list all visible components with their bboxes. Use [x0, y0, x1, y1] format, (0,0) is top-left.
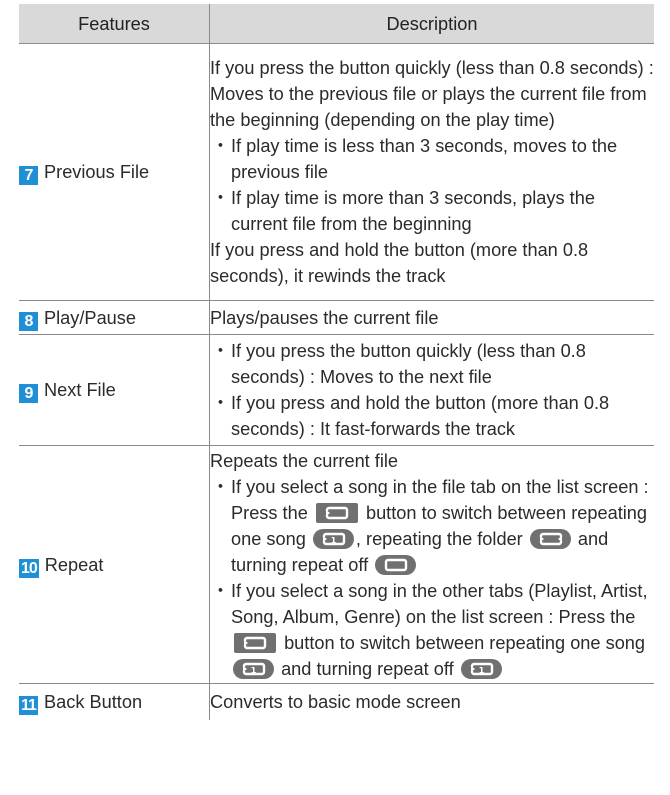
bullet-text: If play time is more than 3 seconds, pla… [231, 188, 595, 234]
feature-name: Previous File [44, 162, 150, 182]
table-row: 8 Play/Pause Plays/pauses the current fil… [19, 300, 654, 335]
description-text: Repeats the current file [210, 450, 399, 471]
bullet-item: ・If you select a song in the file tab on… [210, 474, 654, 578]
features-header: Features [19, 4, 210, 44]
repeat-off-icon [375, 554, 417, 575]
number-badge: 7 [19, 166, 38, 185]
description-cell: Repeats the current file ・If you select … [209, 445, 654, 684]
svg-text:1: 1 [478, 666, 484, 675]
description-cell: ・If you press the button quickly (less t… [209, 334, 654, 446]
description-cell: Plays/pauses the current file [209, 300, 654, 335]
feature-name: Next File [44, 380, 116, 400]
repeat-one-icon: 1 [233, 658, 274, 679]
table-row: 9 Next File ・If you press the button quic… [19, 334, 654, 446]
feature-cell: 8 Play/Pause [19, 300, 210, 335]
page-edge [19, 788, 654, 795]
table-row: 10 Repeat Repeats the current file ・If yo… [19, 445, 654, 684]
bullet-dot: ・ [211, 476, 230, 497]
bullet-text: If you press the button quickly (less th… [231, 341, 586, 387]
feature-name: Play/Pause [44, 307, 137, 328]
description-text: Converts to basic mode screen [210, 691, 461, 712]
bullet-text: , repeating the folder [355, 528, 523, 549]
number-badge: 9 [19, 384, 38, 403]
bullet-dot: ・ [211, 393, 230, 413]
bullet-text: and turning repeat off [281, 658, 454, 679]
bullet-dot: ・ [211, 580, 230, 601]
bullet-text: If you select a song in the other tabs (… [231, 580, 648, 627]
features-table: Features Description 7 Previous File If y… [19, 4, 654, 720]
repeat-one-icon: 1 [312, 528, 354, 549]
repeat-button-icon [315, 502, 358, 523]
table-row: 11 Back Button Converts to basic mode scr… [19, 683, 654, 720]
feature-name: Back Button [44, 691, 143, 712]
bullet-item: ・If you press and hold the button (more … [210, 390, 654, 442]
feature-cell: 10 Repeat [19, 445, 210, 684]
svg-text:1: 1 [331, 536, 337, 545]
description-header: Description [209, 4, 654, 44]
bullet-text: If you press and hold the button (more t… [231, 393, 610, 439]
feature-cell: 11 Back Button [19, 683, 210, 720]
bullet-text: button to switch between repeating one s… [284, 632, 646, 653]
svg-text:1: 1 [251, 666, 257, 675]
description-cell: If you press the button quickly (less th… [209, 43, 654, 301]
bullet-item: ・If play time is more than 3 seconds, pl… [210, 185, 654, 237]
feature-cell: 7 Previous File [19, 43, 210, 301]
bullet-item: ・If play time is less than 3 seconds, mo… [210, 133, 654, 185]
feature-name: Repeat [44, 554, 104, 575]
bullet-item: ・If you select a song in the other tabs … [210, 578, 654, 682]
table-header-row: Features Description [19, 4, 654, 44]
table-row: 7 Previous File If you press the button q… [19, 43, 654, 301]
description-text: If you press and hold the button (more t… [210, 240, 589, 286]
bullet-dot: ・ [211, 136, 230, 156]
number-badge: 10 [19, 558, 39, 578]
number-badge: 11 [19, 695, 38, 715]
number-badge: 8 [19, 311, 38, 331]
repeat-one-icon: 1 [460, 658, 502, 679]
feature-cell: 9 Next File [19, 334, 210, 446]
repeat-folder-icon [529, 528, 571, 549]
manual-page: Features Description 7 Previous File If y… [0, 0, 670, 795]
repeat-button-icon [234, 632, 276, 653]
bullet-dot: ・ [211, 188, 230, 208]
description-text: If you press the button quickly (less th… [210, 58, 654, 130]
bullet-text: If play time is less than 3 seconds, mov… [231, 136, 618, 182]
description-cell: Converts to basic mode screen [209, 683, 654, 720]
bullet-dot: ・ [211, 341, 230, 361]
description-text: Plays/pauses the current file [210, 307, 439, 328]
bullet-item: ・If you press the button quickly (less t… [210, 338, 654, 390]
